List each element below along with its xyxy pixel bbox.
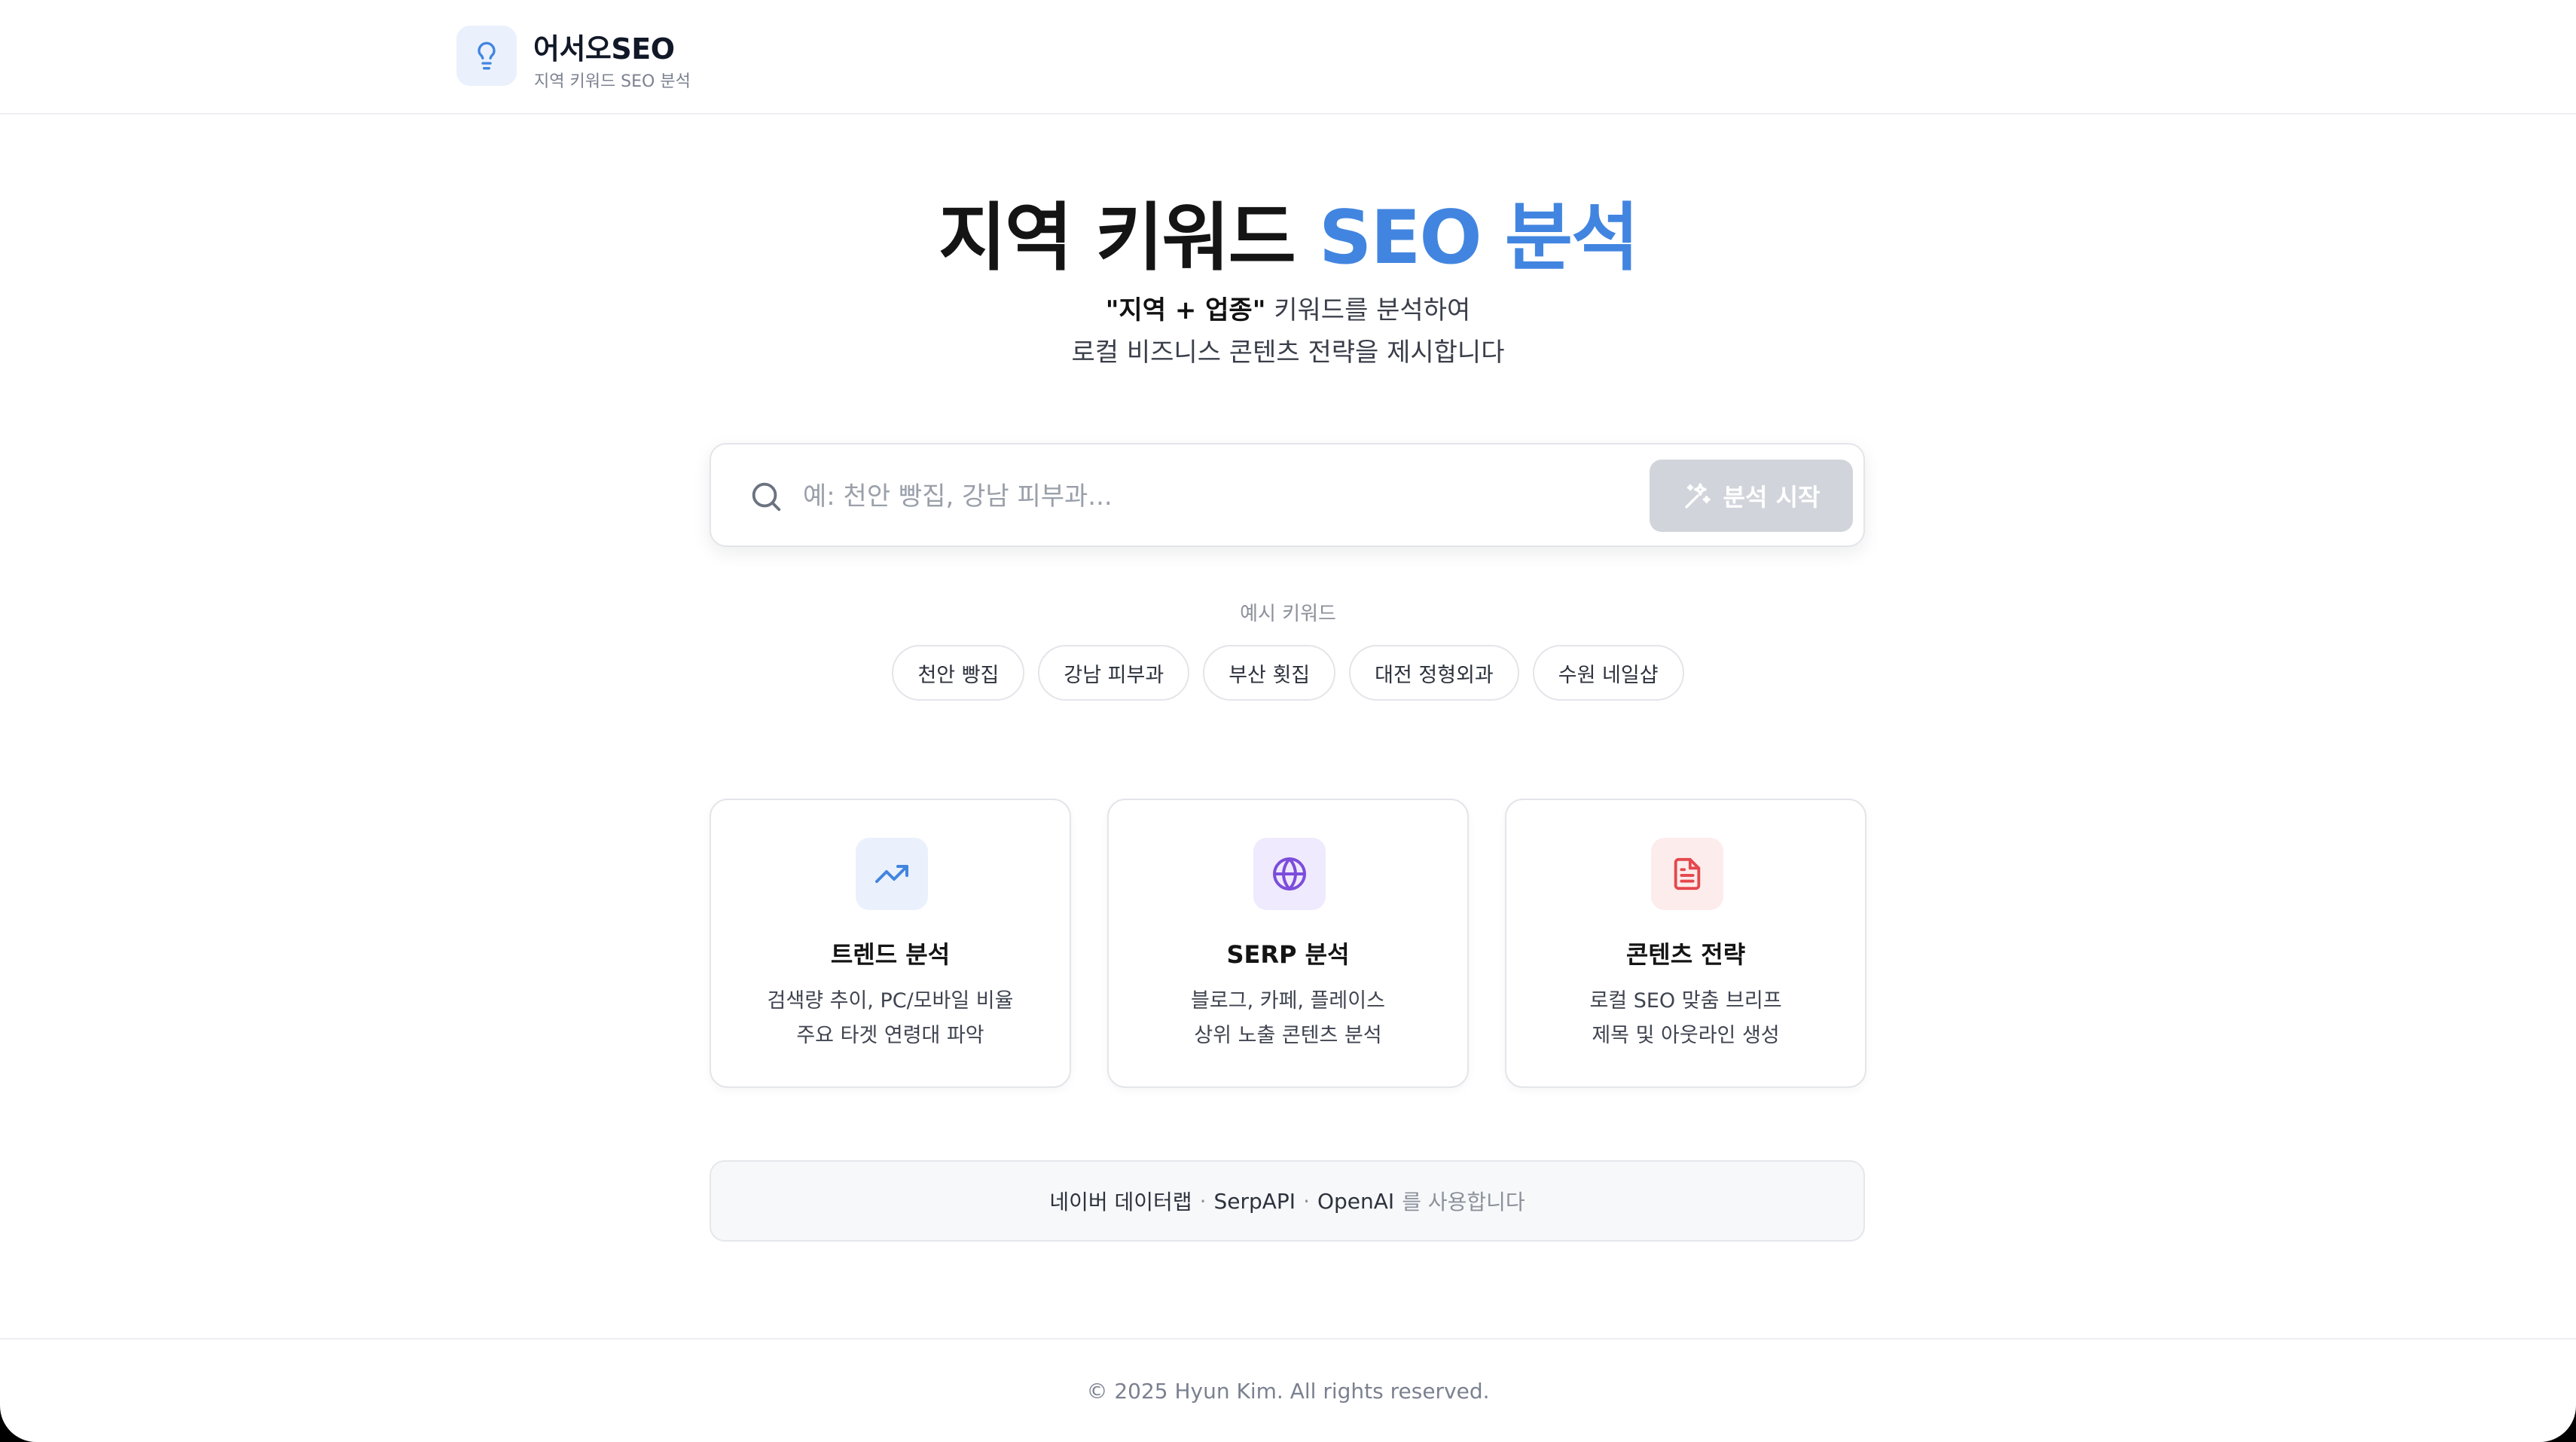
card-title: SERP 분석 bbox=[1226, 940, 1350, 969]
example-chips: 천안 빵집 강남 피부과 부산 횟집 대전 정형외과 수원 네일샵 bbox=[0, 645, 2576, 701]
footer: © 2025 Hyun Kim. All rights reserved. bbox=[0, 1338, 2576, 1442]
lightbulb-icon bbox=[478, 41, 496, 70]
copyright-text: © 2025 Hyun Kim. All rights reserved. bbox=[1086, 1378, 1490, 1404]
trending-up-icon bbox=[875, 865, 908, 883]
analyze-button-label: 분석 시작 bbox=[1723, 483, 1821, 512]
title-accent: SEO 분석 bbox=[1318, 195, 1639, 281]
sparkles-icon bbox=[1684, 483, 1711, 509]
source-serpapi: SerpAPI bbox=[1213, 1188, 1296, 1214]
card-title: 콘텐츠 전략 bbox=[1625, 940, 1746, 969]
top-header: 어서오SEO 지역 키워드 SEO 분석 bbox=[0, 0, 2576, 115]
example-chip[interactable]: 강남 피부과 bbox=[1038, 645, 1190, 701]
example-chip[interactable]: 천안 빵집 bbox=[892, 645, 1025, 701]
app-window: 어서오SEO 지역 키워드 SEO 분석 지역 키워드 SEO 분석 "지역 +… bbox=[0, 0, 2576, 1442]
card-description: 주요 타겟 연령대 파악 bbox=[796, 1024, 984, 1047]
card-icon-box bbox=[1651, 838, 1723, 910]
separator: · bbox=[1199, 1188, 1207, 1214]
search-icon bbox=[752, 482, 781, 512]
card-icon-box bbox=[1253, 838, 1326, 910]
search-input[interactable] bbox=[801, 467, 1588, 526]
examples-label: 예시 키워드 bbox=[1240, 603, 1336, 625]
sources-suffix: 를 사용합니다 bbox=[1402, 1190, 1525, 1214]
title-main: 지역 키워드 bbox=[938, 195, 1319, 281]
data-sources-notice: 네이버 데이터랩 · SerpAPI · OpenAI 를 사용합니다 bbox=[710, 1160, 1865, 1242]
subtitle-rest: 키워드를 분석하여 bbox=[1265, 295, 1471, 325]
separator: · bbox=[1303, 1188, 1310, 1214]
card-description: 상위 노출 콘텐츠 분석 bbox=[1194, 1024, 1382, 1047]
feature-card-content: 콘텐츠 전략 로컬 SEO 맞춤 브리프 제목 및 아웃라인 생성 bbox=[1505, 799, 1866, 1088]
brand-subtitle: 지역 키워드 SEO 분석 bbox=[534, 72, 691, 91]
example-chip[interactable]: 부산 횟집 bbox=[1203, 645, 1336, 701]
brand-name[interactable]: 어서오SEO bbox=[533, 26, 675, 67]
analyze-button[interactable]: 분석 시작 bbox=[1650, 460, 1853, 532]
example-chip[interactable]: 수원 네일샵 bbox=[1532, 645, 1684, 701]
card-description: 제목 및 아웃라인 생성 bbox=[1592, 1024, 1780, 1047]
document-icon bbox=[1674, 857, 1701, 891]
search-bar: 분석 시작 bbox=[710, 443, 1865, 547]
subtitle-emphasis: "지역 + 업종" bbox=[1105, 295, 1266, 325]
feature-card-serp: SERP 분석 블로그, 카페, 플레이스 상위 노출 콘텐츠 분석 bbox=[1107, 799, 1469, 1088]
card-title: 트렌드 분석 bbox=[830, 940, 951, 969]
hero-subtitle-line2: 로컬 비즈니스 콘텐츠 전략을 제시합니다 bbox=[1071, 338, 1505, 368]
hero-subtitle-line1: "지역 + 업종" 키워드를 분석하여 bbox=[0, 289, 2576, 326]
card-description: 블로그, 카페, 플레이스 bbox=[1191, 989, 1385, 1013]
card-icon-box bbox=[856, 838, 928, 910]
card-description: 검색량 추이, PC/모바일 비율 bbox=[767, 989, 1014, 1013]
source-naver: 네이버 데이터랩 bbox=[1049, 1190, 1192, 1214]
source-openai: OpenAI bbox=[1317, 1188, 1395, 1214]
logo[interactable] bbox=[456, 26, 517, 86]
globe-icon bbox=[1273, 857, 1306, 891]
feature-card-trend: 트렌드 분석 검색량 추이, PC/모바일 비율 주요 타겟 연령대 파악 bbox=[710, 799, 1071, 1088]
example-chip[interactable]: 대전 정형외과 bbox=[1349, 645, 1519, 701]
card-description: 로컬 SEO 맞춤 브리프 bbox=[1589, 989, 1782, 1013]
page-title: 지역 키워드 SEO 분석 bbox=[0, 178, 2576, 285]
